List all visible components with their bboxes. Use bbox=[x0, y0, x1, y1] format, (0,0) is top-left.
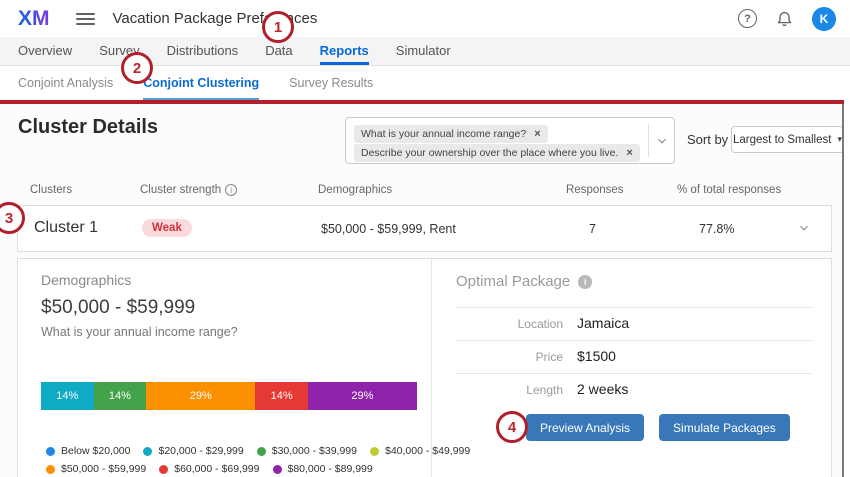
cluster-demographics-summary: $50,000 - $59,999, Rent bbox=[321, 222, 456, 236]
annotation-red-line bbox=[0, 100, 844, 104]
sort-value: Largest to Smallest bbox=[733, 134, 831, 146]
info-icon[interactable]: i bbox=[578, 275, 592, 289]
attribute-label: Location bbox=[456, 317, 563, 331]
column-header-responses: Responses bbox=[566, 184, 624, 196]
filter-chip-label: What is your annual income range? bbox=[361, 128, 526, 140]
attribute-value: $1500 bbox=[577, 348, 616, 364]
column-header-cluster-strength: Cluster strength i bbox=[140, 184, 237, 196]
attribute-value: Jamaica bbox=[577, 315, 629, 331]
bar-segment: 29% bbox=[308, 382, 417, 410]
row-separator bbox=[456, 340, 812, 341]
demographics-heading: Demographics bbox=[41, 272, 131, 288]
info-icon[interactable]: i bbox=[225, 184, 237, 196]
row-separator bbox=[456, 307, 812, 308]
chevron-down-icon bbox=[655, 134, 669, 148]
column-header-pct-total: % of total responses bbox=[677, 184, 781, 196]
cluster-pct-total: 77.8% bbox=[699, 222, 734, 236]
sort-by-label: Sort by bbox=[687, 132, 728, 147]
legend-row-1: Below $20,000 $20,000 - $29,999 $30,000 - … bbox=[46, 445, 483, 457]
legend-item: Below $20,000 bbox=[46, 445, 130, 457]
legend-dot bbox=[46, 447, 55, 456]
legend-label: $20,000 - $29,999 bbox=[158, 445, 243, 457]
notifications-bell-icon[interactable] bbox=[775, 9, 794, 28]
attribute-label: Price bbox=[456, 350, 563, 364]
optimal-package-heading: Optimal Package i bbox=[456, 273, 592, 290]
subtab-survey-results[interactable]: Survey Results bbox=[289, 66, 373, 100]
bar-segment: 14% bbox=[41, 382, 94, 410]
cluster-detail-panel: Demographics $50,000 - $59,999 What is y… bbox=[17, 258, 832, 477]
legend-label: Below $20,000 bbox=[61, 445, 130, 457]
package-attribute-row: Location Jamaica bbox=[456, 315, 812, 331]
legend-item: $60,000 - $69,999 bbox=[159, 463, 259, 475]
legend-label: $30,000 - $39,999 bbox=[272, 445, 357, 457]
attribute-value: 2 weeks bbox=[577, 381, 628, 397]
legend-row-2: $50,000 - $59,999 $60,000 - $69,999 $80,00… bbox=[46, 463, 386, 475]
legend-item: $80,000 - $89,999 bbox=[273, 463, 373, 475]
column-header-label: Cluster strength bbox=[140, 184, 221, 196]
demographics-question: What is your annual income range? bbox=[41, 325, 238, 339]
tab-distributions[interactable]: Distributions bbox=[167, 37, 239, 65]
filter-chip: Describe your ownership over the place w… bbox=[354, 144, 640, 162]
legend-label: $60,000 - $69,999 bbox=[174, 463, 259, 475]
simulate-packages-button[interactable]: Simulate Packages bbox=[659, 414, 790, 441]
legend-dot bbox=[143, 447, 152, 456]
column-header-clusters: Clusters bbox=[30, 184, 72, 196]
cluster-name: Cluster 1 bbox=[34, 219, 98, 237]
hamburger-menu-icon[interactable] bbox=[76, 10, 95, 28]
legend-label: $50,000 - $59,999 bbox=[61, 463, 146, 475]
legend-label: $80,000 - $89,999 bbox=[288, 463, 373, 475]
app-window: XM Vacation Package Preferences ? K Over… bbox=[0, 0, 850, 477]
filter-dropdown-toggle[interactable] bbox=[648, 124, 674, 157]
cluster-row[interactable]: Cluster 1 Weak $50,000 - $59,999, Rent 7… bbox=[17, 205, 832, 252]
legend-item: $50,000 - $59,999 bbox=[46, 463, 146, 475]
filter-chip: What is your annual income range? × bbox=[354, 125, 548, 143]
optimal-package-title: Optimal Package bbox=[456, 273, 570, 290]
tab-reports[interactable]: Reports bbox=[320, 37, 369, 65]
subtab-conjoint-clustering[interactable]: Conjoint Clustering bbox=[143, 66, 259, 100]
legend-dot bbox=[370, 447, 379, 456]
tab-simulator[interactable]: Simulator bbox=[396, 37, 451, 65]
chip-remove-icon[interactable]: × bbox=[626, 147, 632, 159]
package-attribute-row: Length 2 weeks bbox=[456, 381, 812, 397]
sort-dropdown[interactable]: Largest to Smallest ▾ bbox=[731, 126, 844, 153]
attribute-label: Length bbox=[456, 383, 563, 397]
row-collapse-chevron-icon[interactable] bbox=[797, 221, 811, 235]
annotation-step-2: 2 bbox=[121, 52, 153, 84]
legend-label: $40,000 - $49,999 bbox=[385, 445, 470, 457]
legend-dot bbox=[159, 465, 168, 474]
annotation-step-1: 1 bbox=[262, 11, 294, 43]
top-bar: XM Vacation Package Preferences ? K bbox=[0, 0, 850, 37]
bar-segment: 14% bbox=[255, 382, 308, 410]
legend-dot bbox=[257, 447, 266, 456]
strength-badge: Weak bbox=[142, 219, 192, 237]
legend-item: $20,000 - $29,999 bbox=[143, 445, 243, 457]
legend-item: $30,000 - $39,999 bbox=[257, 445, 357, 457]
question-filter-box[interactable]: What is your annual income range? × Desc… bbox=[345, 117, 675, 164]
preview-analysis-button[interactable]: Preview Analysis bbox=[526, 414, 644, 441]
legend-dot bbox=[46, 465, 55, 474]
bar-segment: 29% bbox=[146, 382, 255, 410]
page-title: Cluster Details bbox=[18, 116, 158, 139]
filter-chip-label: Describe your ownership over the place w… bbox=[361, 147, 618, 159]
demographics-top-value: $50,000 - $59,999 bbox=[41, 297, 195, 319]
column-header-demographics: Demographics bbox=[318, 184, 392, 196]
cluster-details-page: Cluster Details What is your annual inco… bbox=[0, 104, 842, 477]
legend-dot bbox=[273, 465, 282, 474]
legend-item: $40,000 - $49,999 bbox=[370, 445, 470, 457]
income-distribution-bar: 14%14%29%14%29% bbox=[41, 382, 417, 410]
xm-logo: XM bbox=[18, 7, 50, 31]
package-attribute-row: Price $1500 bbox=[456, 348, 812, 364]
help-icon[interactable]: ? bbox=[738, 9, 757, 28]
cluster-responses-count: 7 bbox=[589, 222, 596, 236]
user-avatar[interactable]: K bbox=[812, 7, 836, 31]
window-right-edge bbox=[842, 104, 844, 477]
tab-overview[interactable]: Overview bbox=[18, 37, 72, 65]
row-separator bbox=[456, 373, 812, 374]
bar-segment: 14% bbox=[94, 382, 147, 410]
chip-remove-icon[interactable]: × bbox=[534, 128, 540, 140]
subtab-conjoint-analysis[interactable]: Conjoint Analysis bbox=[18, 66, 113, 100]
annotation-step-4: 4 bbox=[496, 411, 528, 443]
